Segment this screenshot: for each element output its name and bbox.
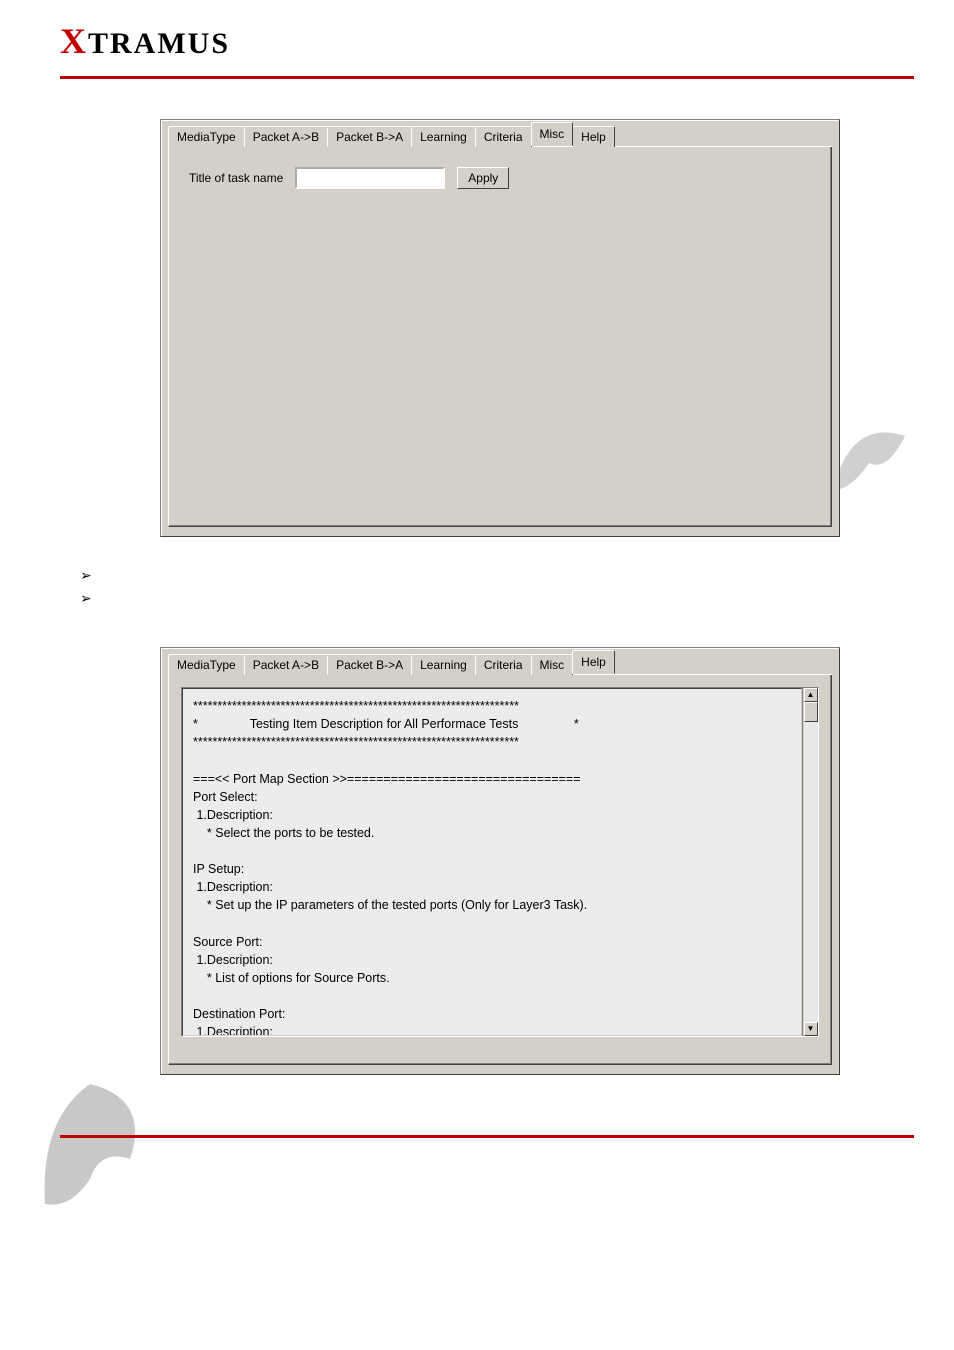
tab2-mediatype[interactable]: MediaType [168, 654, 245, 675]
brand-logo: XTRAMUS [60, 27, 230, 60]
scroll-thumb[interactable] [804, 702, 818, 722]
tab-mediatype[interactable]: MediaType [168, 126, 245, 147]
tabstrip-1: MediaType Packet A->B Packet B->A Learni… [168, 125, 832, 147]
scroll-track[interactable] [804, 702, 818, 1022]
tab2-criteria[interactable]: Criteria [475, 654, 532, 675]
title-input[interactable] [295, 167, 445, 189]
tab-body-misc: Title of task name Apply [168, 147, 832, 527]
scroll-up-icon[interactable]: ▲ [804, 688, 818, 702]
tab-learning[interactable]: Learning [411, 126, 476, 147]
bullet-1: ➢ [80, 567, 954, 584]
scroll-down-icon[interactable]: ▼ [804, 1022, 818, 1036]
title-label: Title of task name [189, 171, 283, 185]
config-window-misc: MediaType Packet A->B Packet B->A Learni… [160, 119, 840, 537]
apply-button[interactable]: Apply [457, 167, 509, 189]
tab-misc[interactable]: Misc [531, 122, 574, 146]
help-textarea[interactable]: ****************************************… [181, 687, 819, 1037]
brand-x: X [60, 21, 88, 61]
tab2-learning[interactable]: Learning [411, 654, 476, 675]
tab2-help[interactable]: Help [572, 650, 615, 674]
tab2-packet-a-b[interactable]: Packet A->B [244, 654, 328, 675]
bullet-2: ➢ [80, 590, 954, 607]
tab-packet-a-b[interactable]: Packet A->B [244, 126, 328, 147]
tabstrip-2: MediaType Packet A->B Packet B->A Learni… [168, 653, 832, 675]
brand-rest: TRAMUS [88, 27, 230, 60]
title-row: Title of task name Apply [189, 167, 811, 189]
tab-body-help: ****************************************… [168, 675, 832, 1065]
bullet-list: ➢ ➢ [80, 567, 954, 627]
page-header: XTRAMUS [0, 0, 954, 70]
content-area: MediaType Packet A->B Packet B->A Learni… [0, 79, 954, 1075]
tab-help[interactable]: Help [572, 126, 615, 147]
tab-packet-b-a[interactable]: Packet B->A [327, 126, 412, 147]
tab2-packet-b-a[interactable]: Packet B->A [327, 654, 412, 675]
tab-criteria[interactable]: Criteria [475, 126, 532, 147]
footer-divider [60, 1135, 914, 1138]
help-scrollbar[interactable]: ▲ ▼ [802, 688, 818, 1036]
watermark-deco-3 [40, 1079, 150, 1209]
help-text-content: ****************************************… [182, 688, 802, 1036]
tab2-misc[interactable]: Misc [531, 654, 574, 675]
config-window-help: MediaType Packet A->B Packet B->A Learni… [160, 647, 840, 1075]
